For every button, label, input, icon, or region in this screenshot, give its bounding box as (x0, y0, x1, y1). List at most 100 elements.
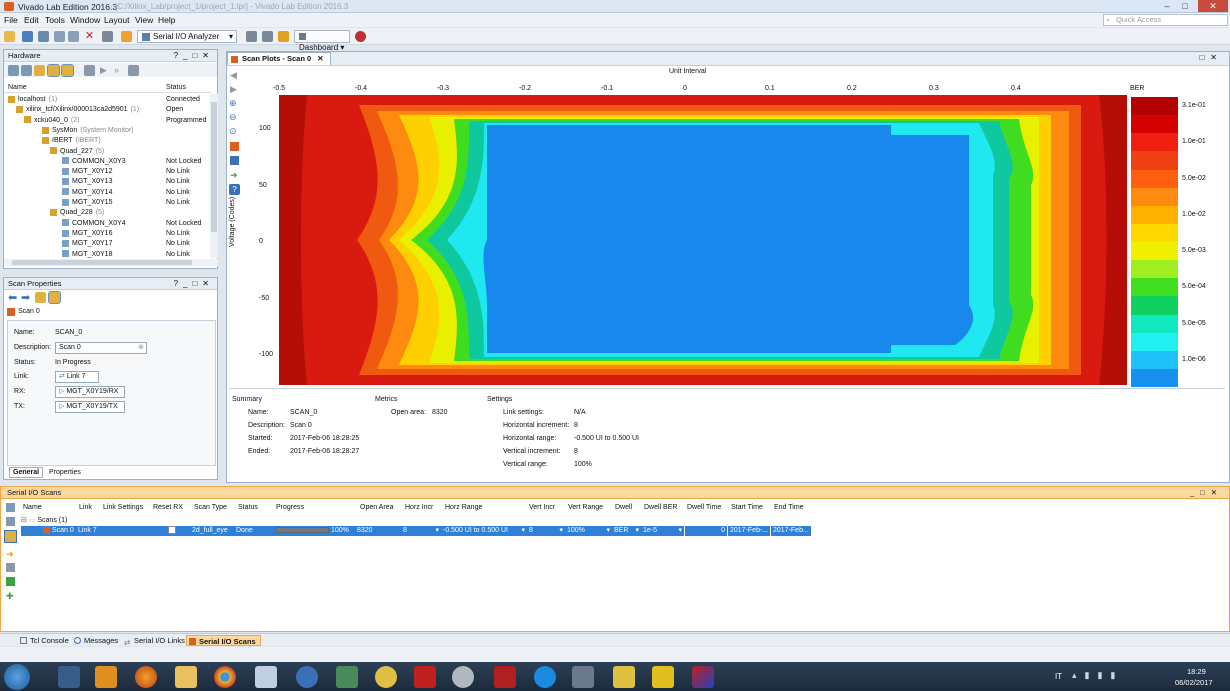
scan-row-dwell-time[interactable]: 0 (685, 526, 727, 536)
help-icon[interactable] (355, 31, 366, 42)
open-icon[interactable] (4, 31, 15, 42)
col-name-header[interactable]: Name (8, 84, 27, 91)
clock-date[interactable]: 06/02/2017 (1175, 678, 1213, 687)
scan-column-header[interactable]: Status (238, 504, 258, 511)
scan-row-open-area[interactable]: 8320 (355, 526, 401, 536)
vivado-app-icon[interactable] (692, 666, 714, 688)
scan-column-header[interactable]: Horz Incr (405, 504, 433, 511)
network-app-icon[interactable] (336, 666, 358, 688)
dwell-chevron-icon[interactable]: ▾ (635, 526, 639, 536)
menu-edit[interactable]: Edit (24, 15, 39, 25)
tab-properties[interactable]: Properties (46, 468, 84, 478)
reset-rx-checkbox[interactable] (168, 526, 176, 535)
scan-row-vert-range[interactable]: 100% ▾ (565, 526, 612, 536)
chat-app-icon[interactable] (452, 666, 474, 688)
pin-icon[interactable] (262, 31, 273, 42)
scan-column-header[interactable]: Vert Incr (529, 504, 555, 511)
menu-tools[interactable]: Tools (45, 15, 65, 25)
start-button[interactable] (4, 664, 30, 690)
hardware-scrollbar[interactable] (210, 94, 218, 258)
hardware-tree-row[interactable]: Quad_228 (5) (50, 208, 104, 218)
export-icon[interactable] (230, 142, 239, 151)
add-plot-icon[interactable]: ➜ (230, 170, 238, 181)
run-icon[interactable]: ▶ (100, 65, 111, 76)
scan-column-header[interactable]: Name (23, 504, 42, 511)
settings-plot-icon[interactable] (230, 156, 239, 165)
scan-row-name[interactable]: Scan 0 (21, 526, 76, 536)
target-icon[interactable] (61, 64, 74, 77)
link-field[interactable]: ⇄ Link 7 (55, 371, 99, 383)
scan-column-header[interactable]: End Time (774, 504, 804, 511)
scan-column-header[interactable]: Start Time (731, 504, 763, 511)
scan-row-start-time[interactable]: 2017-Feb-... (728, 526, 770, 536)
tx-field[interactable]: ▷ MGT_X0Y19/TX (55, 401, 125, 413)
pdf-tool-icon[interactable] (494, 666, 516, 688)
scan-column-header[interactable]: Progress (276, 504, 304, 511)
plot-back-icon[interactable]: ◀ (230, 70, 237, 81)
zoom-in-icon[interactable]: ⊕ (229, 98, 237, 109)
program-icon[interactable] (121, 31, 132, 42)
save-icon[interactable] (22, 31, 33, 42)
hardware-tree-row[interactable]: COMMON_X0Y3 (62, 157, 129, 167)
scan-select-icon[interactable] (4, 530, 17, 543)
dashboard-button[interactable]: Dashboard ▾ (294, 30, 350, 52)
stop-scan-icon[interactable] (6, 563, 15, 572)
scans-group-row[interactable]: ⊟ ▭ Scans (1) (21, 516, 67, 526)
horz-incr-chevron-icon[interactable]: ▾ (435, 526, 439, 536)
hardware-hscroll[interactable] (4, 259, 218, 266)
scan-column-header[interactable]: Link Settings (103, 504, 143, 511)
scan-column-header[interactable]: Horz Range (445, 504, 482, 511)
chrome-icon[interactable] (214, 666, 236, 688)
scan-row-dwell[interactable]: BER ▾ (612, 526, 641, 536)
hardware-tree-row[interactable]: COMMON_X0Y4 (62, 219, 129, 229)
scan-row-horz-incr[interactable]: 8 ▾ (401, 526, 441, 536)
zoom-out-icon[interactable]: ⊖ (229, 112, 237, 123)
collapse-all-icon[interactable] (8, 65, 19, 76)
dwell-ber-chevron-icon[interactable]: ▾ (678, 526, 682, 536)
clock-app-icon[interactable] (296, 666, 318, 688)
copy-icon[interactable] (54, 31, 65, 42)
scan-row-progress[interactable]: 100% (273, 526, 355, 536)
hardware-tree-row[interactable]: MGT_X0Y15 (62, 198, 115, 208)
skype-icon[interactable] (534, 666, 556, 688)
maximize-button[interactable]: □ (1178, 0, 1192, 12)
hardware-tree-row[interactable]: xilinx_tcf/Xilinx/000013ca2d5901 (1) (16, 105, 139, 115)
stop-icon[interactable] (128, 65, 139, 76)
tab-scan-plots[interactable]: Scan Plots - Scan 0 ✕ (227, 52, 331, 65)
apps-grid-icon[interactable] (58, 666, 80, 688)
clock-time[interactable]: 18:29 (1187, 667, 1206, 676)
ie-app-icon[interactable] (375, 666, 397, 688)
plot-forward-icon[interactable]: ▶ (230, 84, 237, 95)
tray-icons[interactable]: ▴▮▮▮ (1072, 670, 1123, 681)
hscroll-thumb[interactable] (12, 260, 192, 265)
menu-help[interactable]: Help (158, 15, 175, 25)
tab-messages[interactable]: Messages (72, 635, 122, 646)
hardware-tree-row[interactable]: xcku040_0 (2) (24, 116, 79, 126)
clear-field-icon[interactable]: ⊗ (138, 343, 144, 353)
language-indicator[interactable]: IT (1055, 672, 1062, 681)
perspective-select[interactable]: Serial I/O Analyzer ▾ (137, 30, 237, 43)
tab-serial-io-links[interactable]: ⇄ Serial I/O Links (122, 635, 189, 647)
vert-incr-chevron-icon[interactable]: ▾ (559, 526, 563, 536)
auto-connect-icon[interactable] (47, 64, 60, 77)
run-scan-icon[interactable]: ➜ (6, 549, 14, 560)
scan-column-header[interactable]: Dwell BER (644, 504, 677, 511)
scan-column-header[interactable]: Open Area (360, 504, 393, 511)
refresh-icon[interactable] (34, 65, 45, 76)
scan-column-header[interactable]: Link (79, 504, 92, 511)
close-tab-icon[interactable]: ✕ (317, 54, 323, 63)
hardware-tree-row[interactable]: MGT_X0Y12 (62, 167, 115, 177)
scan-row-status[interactable]: Done (234, 526, 273, 536)
menu-layout[interactable]: Layout (104, 15, 130, 25)
panel-controls-icon[interactable]: ?_□✕ (174, 50, 214, 61)
hardware-tree-row[interactable]: SysMon (System Monitor) (42, 126, 134, 136)
scan-column-header[interactable]: Dwell (615, 504, 632, 511)
file-explorer-icon[interactable] (175, 666, 197, 688)
paste-icon[interactable] (68, 31, 79, 42)
scan-column-header[interactable]: Reset RX (153, 504, 183, 511)
folder-app-icon[interactable] (613, 666, 635, 688)
expand-scans-icon[interactable] (6, 517, 15, 526)
run-all-icon[interactable]: » (114, 65, 125, 76)
scan-row-type[interactable]: 2d_full_eye (190, 526, 234, 536)
scan-row-horz-range[interactable]: -0.500 UI to 0.500 UI ▾ (441, 526, 527, 536)
